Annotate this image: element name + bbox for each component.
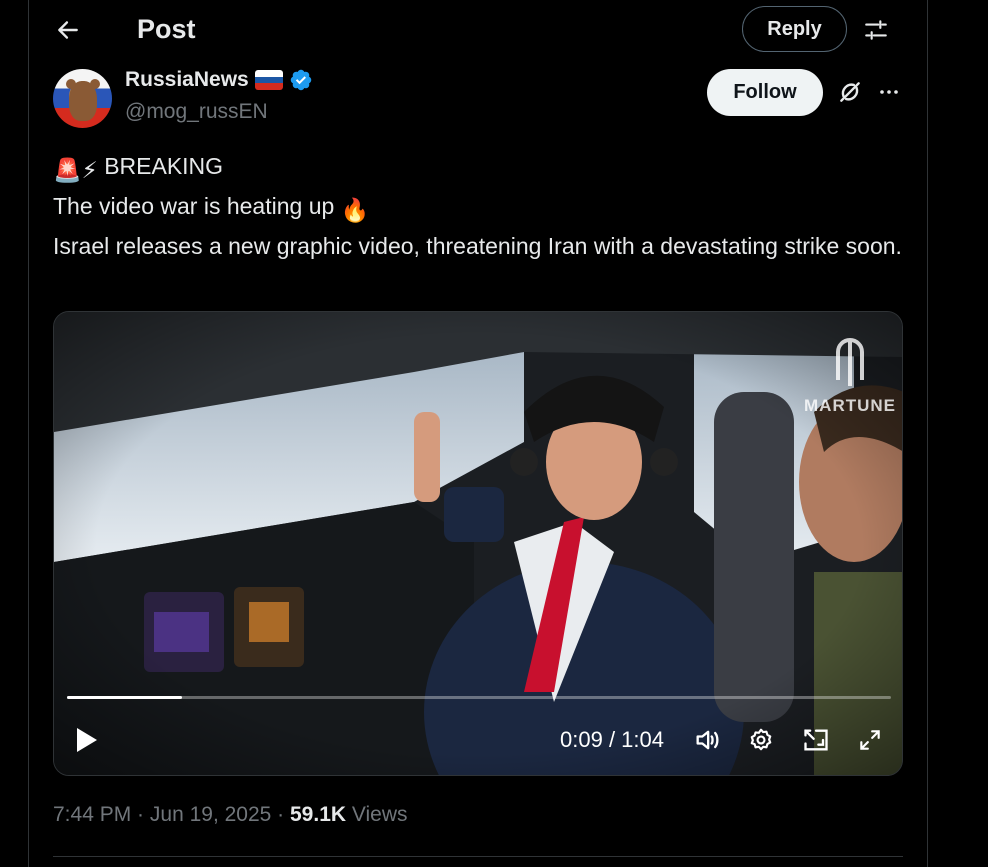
filter-button[interactable]: [858, 12, 894, 48]
author-name-row[interactable]: RussiaNews: [125, 68, 313, 92]
post-meta: 7:44 PM · Jun 19, 2025 · 59.1K Views: [53, 803, 408, 827]
follow-button[interactable]: Follow: [707, 69, 823, 116]
expand-icon: [860, 730, 880, 750]
video-player[interactable]: MARTUNE 0:09 / 1:04: [53, 311, 903, 776]
post-line-breaking: 🚨⚡ BREAKING: [53, 148, 903, 188]
back-button[interactable]: [50, 12, 86, 48]
column-border-left: [28, 0, 29, 867]
fullscreen-button[interactable]: [854, 724, 886, 756]
page-title: Post: [137, 14, 196, 44]
play-icon: [77, 728, 97, 752]
pip-icon: [804, 729, 828, 751]
volume-icon: [696, 730, 719, 750]
video-progress-fill: [67, 696, 183, 699]
gear-icon: [750, 728, 772, 751]
more-dots-icon: [880, 90, 898, 94]
martune-watermark: MARTUNE: [800, 330, 900, 430]
post-time[interactable]: 7:44 PM: [53, 803, 131, 826]
video-frame: [54, 312, 902, 775]
divider: [53, 856, 903, 857]
sliders-icon: [865, 20, 887, 40]
views-count: 59.1K: [290, 803, 347, 826]
author-avatar[interactable]: [53, 69, 112, 128]
post-text: 🚨⚡ BREAKING The video war is heating up …: [53, 148, 903, 264]
more-options-button[interactable]: [873, 76, 905, 108]
post-line-3: Israel releases a new graphic video, thr…: [53, 233, 902, 259]
grok-button[interactable]: [834, 76, 866, 108]
grok-icon: [840, 82, 860, 102]
meta-dot-2: ·: [271, 803, 290, 826]
current-time: 0:09: [560, 727, 603, 752]
post-line-heating: The video war is heating up 🔥: [53, 188, 903, 228]
meta-dot-1: ·: [131, 803, 150, 826]
post-line-2: The video war is heating up: [53, 193, 335, 219]
martune-logo-icon: [836, 338, 864, 386]
reply-button[interactable]: Reply: [742, 6, 847, 52]
arrow-left-icon: [58, 21, 78, 39]
verified-badge-icon: [290, 69, 311, 91]
picture-in-picture-button[interactable]: [800, 724, 832, 756]
settings-button[interactable]: [745, 724, 777, 756]
time-separator: /: [602, 727, 622, 752]
russia-flag-icon: [254, 70, 283, 90]
fire-emoji: 🔥: [340, 197, 370, 223]
post-line-1: BREAKING: [104, 153, 224, 179]
video-progress-bar[interactable]: [67, 696, 891, 699]
play-button[interactable]: [72, 723, 102, 757]
author-name[interactable]: RussiaNews: [125, 68, 249, 92]
video-time: 0:09 / 1:04: [560, 727, 664, 753]
author-handle[interactable]: @mog_russEN: [125, 100, 268, 124]
post-line-israel: Israel releases a new graphic video, thr…: [53, 228, 903, 264]
siren-emoji: 🚨: [53, 157, 82, 183]
post-date[interactable]: Jun 19, 2025: [150, 803, 271, 826]
watermark-text: MARTUNE: [804, 396, 896, 415]
bear-logo-icon: [66, 79, 100, 121]
column-border-right: [927, 0, 928, 867]
volume-button[interactable]: [691, 724, 723, 756]
duration: 1:04: [621, 727, 664, 752]
views-label: Views: [351, 803, 408, 826]
lightning-emoji: ⚡: [81, 157, 98, 183]
